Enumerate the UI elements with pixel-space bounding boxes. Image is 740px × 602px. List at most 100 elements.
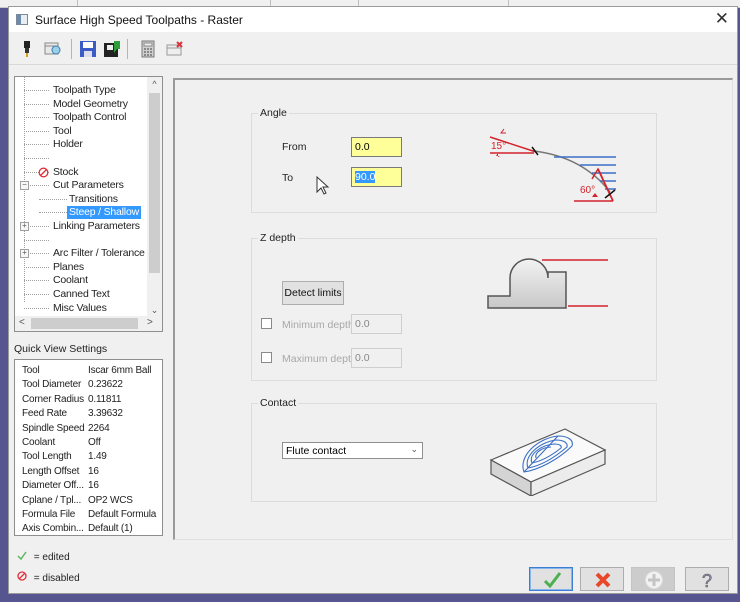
to-angle-selected-text: 90.0 — [355, 171, 376, 183]
quick-view-key: Formula File — [22, 509, 76, 520]
tree-item[interactable]: Linking Parameters — [53, 220, 140, 233]
calculator-icon[interactable] — [139, 40, 157, 58]
tree-item[interactable]: Transitions — [69, 193, 118, 206]
maximum-depth-checkbox[interactable] — [261, 352, 272, 363]
quick-view-value: OP2 WCS — [88, 494, 133, 506]
tree-connector — [39, 198, 67, 200]
tree-connector — [24, 117, 49, 119]
tree-item[interactable]: Tool — [53, 125, 72, 138]
quick-view-row: Feed Rate 3.39632 — [22, 407, 123, 421]
tree-vertical-scrollbar[interactable]: ^ ⌄ — [147, 77, 162, 318]
tree-item[interactable]: Toolpath Type — [53, 84, 116, 97]
mouse-cursor-icon — [316, 176, 330, 195]
tree-horizontal-scrollbar[interactable]: < > — [15, 316, 162, 331]
tree-item[interactable]: Canned Text — [53, 288, 110, 301]
quick-view-value: Iscar 6mm Ball — [88, 365, 152, 376]
quick-view-row: Tool Diameter 0.23622 — [22, 378, 123, 392]
close-button[interactable]: ✕ — [715, 9, 729, 29]
help-button[interactable]: ? — [685, 567, 729, 591]
flute-contact-diagram — [489, 428, 607, 496]
tree-item[interactable]: Stock — [53, 166, 78, 179]
quick-view-value: Off — [88, 437, 101, 448]
quick-view-value: 2264 — [88, 422, 110, 434]
tool-icon[interactable] — [18, 40, 36, 58]
quick-view-value: 0.23622 — [88, 379, 123, 391]
quick-view-value: 0.11811 — [88, 393, 122, 405]
detect-limits-button[interactable]: Detect limits — [282, 281, 344, 305]
svg-text:?: ? — [702, 571, 712, 590]
tree-item[interactable]: Arc Filter / Tolerance — [53, 247, 145, 260]
add-plus-icon — [645, 571, 663, 589]
ok-button[interactable] — [529, 567, 573, 591]
tree-connector — [24, 103, 49, 105]
from-angle-input[interactable]: 0.0 — [351, 137, 402, 157]
collapse-icon[interactable]: − — [20, 181, 29, 191]
cancel-button[interactable] — [580, 567, 624, 591]
quick-view-key: Tool — [22, 365, 40, 376]
quick-view-key: Coolant — [22, 437, 56, 448]
minimum-depth-checkbox[interactable] — [261, 318, 272, 329]
quick-view-label: Quick View Settings — [14, 343, 108, 355]
tree-connector — [24, 90, 49, 91]
to-label: To — [282, 172, 294, 184]
dialog-title: Surface High Speed Toolpaths - Raster — [35, 13, 243, 27]
quick-view-value: Default Formula — [88, 509, 157, 520]
scrollbar-thumb[interactable] — [149, 93, 160, 273]
angle-group-title: Angle — [258, 107, 289, 119]
scroll-left-icon[interactable]: < — [19, 317, 25, 328]
legend-edited-label: = edited — [33, 552, 70, 563]
parameter-tree: Toolpath Type Model Geometry Toolpath Cont… — [14, 76, 163, 332]
quick-view-value: 16 — [88, 465, 99, 477]
quick-view-row: Tool Iscar 6mm Ball — [22, 364, 152, 378]
parameters-panel: Angle From 0.0 To 90.0 15° 60° Z depth D… — [173, 78, 733, 540]
view-sheet-icon[interactable] — [44, 40, 62, 58]
ok-check-icon — [543, 572, 562, 589]
to-angle-input[interactable]: 90.0 — [351, 167, 402, 187]
quick-view-row: Diameter Off... 16 — [22, 479, 99, 493]
scroll-down-icon[interactable]: ⌄ — [147, 305, 162, 316]
steep-shallow-angle-diagram: 15° 60° — [489, 128, 616, 202]
tree-item[interactable]: Misc Values — [53, 302, 107, 315]
expand-icon[interactable]: + — [20, 222, 29, 231]
tree-item[interactable]: Steep / Shallow — [67, 206, 141, 220]
tree-connector — [24, 144, 49, 146]
scrollbar-thumb[interactable] — [31, 318, 138, 329]
tree-connector — [24, 239, 49, 241]
quick-view-row: Length Offset 16 — [22, 465, 99, 479]
disabled-icon — [38, 167, 49, 181]
quick-view-value: 1.49 — [88, 451, 107, 463]
quick-view-row: Axis Combin... Default (1) — [22, 522, 133, 536]
quick-view-key: Tool Length — [22, 451, 72, 463]
steep-angle-label: 60° — [580, 185, 595, 196]
tree-item[interactable]: Coolant — [53, 274, 88, 287]
edited-check-icon — [17, 551, 31, 563]
maximum-depth-label: Maximum depth — [282, 353, 357, 365]
save-to-library-icon[interactable] — [103, 40, 121, 58]
close-window-icon[interactable] — [166, 40, 184, 58]
tree-item[interactable]: Planes — [53, 261, 84, 274]
expand-icon[interactable]: + — [20, 249, 29, 259]
legend-disabled-label: = disabled — [33, 573, 80, 584]
tree-connector — [24, 294, 49, 295]
contact-group-title: Contact — [258, 397, 299, 409]
toolbar-separator — [71, 39, 72, 59]
quick-view-key: Diameter Off... — [22, 480, 84, 492]
tree-connector — [24, 280, 49, 282]
add-operation-button[interactable] — [631, 567, 675, 591]
quick-view-key: Spindle Speed — [22, 422, 85, 434]
tree-item[interactable]: Model Geometry — [53, 98, 128, 111]
tree-item[interactable]: Toolpath Control — [53, 111, 126, 124]
tree-item[interactable]: Holder — [53, 138, 83, 151]
contact-type-select[interactable]: Flute contact ⌄ — [282, 442, 423, 459]
quick-view-row: Spindle Speed 2264 — [22, 422, 110, 436]
scroll-right-icon[interactable]: > — [147, 317, 153, 328]
minimum-depth-input[interactable]: 0.0 — [351, 314, 402, 334]
angle-group: Angle From 0.0 To 90.0 15° 60° — [251, 107, 657, 213]
maximum-depth-input[interactable]: 0.0 — [351, 348, 402, 368]
z-depth-diagram — [487, 258, 608, 309]
quick-view-key: Corner Radius — [22, 393, 84, 405]
scroll-up-icon[interactable]: ^ — [147, 79, 162, 89]
tree-item[interactable]: Cut Parameters — [53, 179, 124, 192]
quick-view-key: Feed Rate — [22, 408, 67, 420]
save-icon[interactable] — [79, 40, 97, 58]
